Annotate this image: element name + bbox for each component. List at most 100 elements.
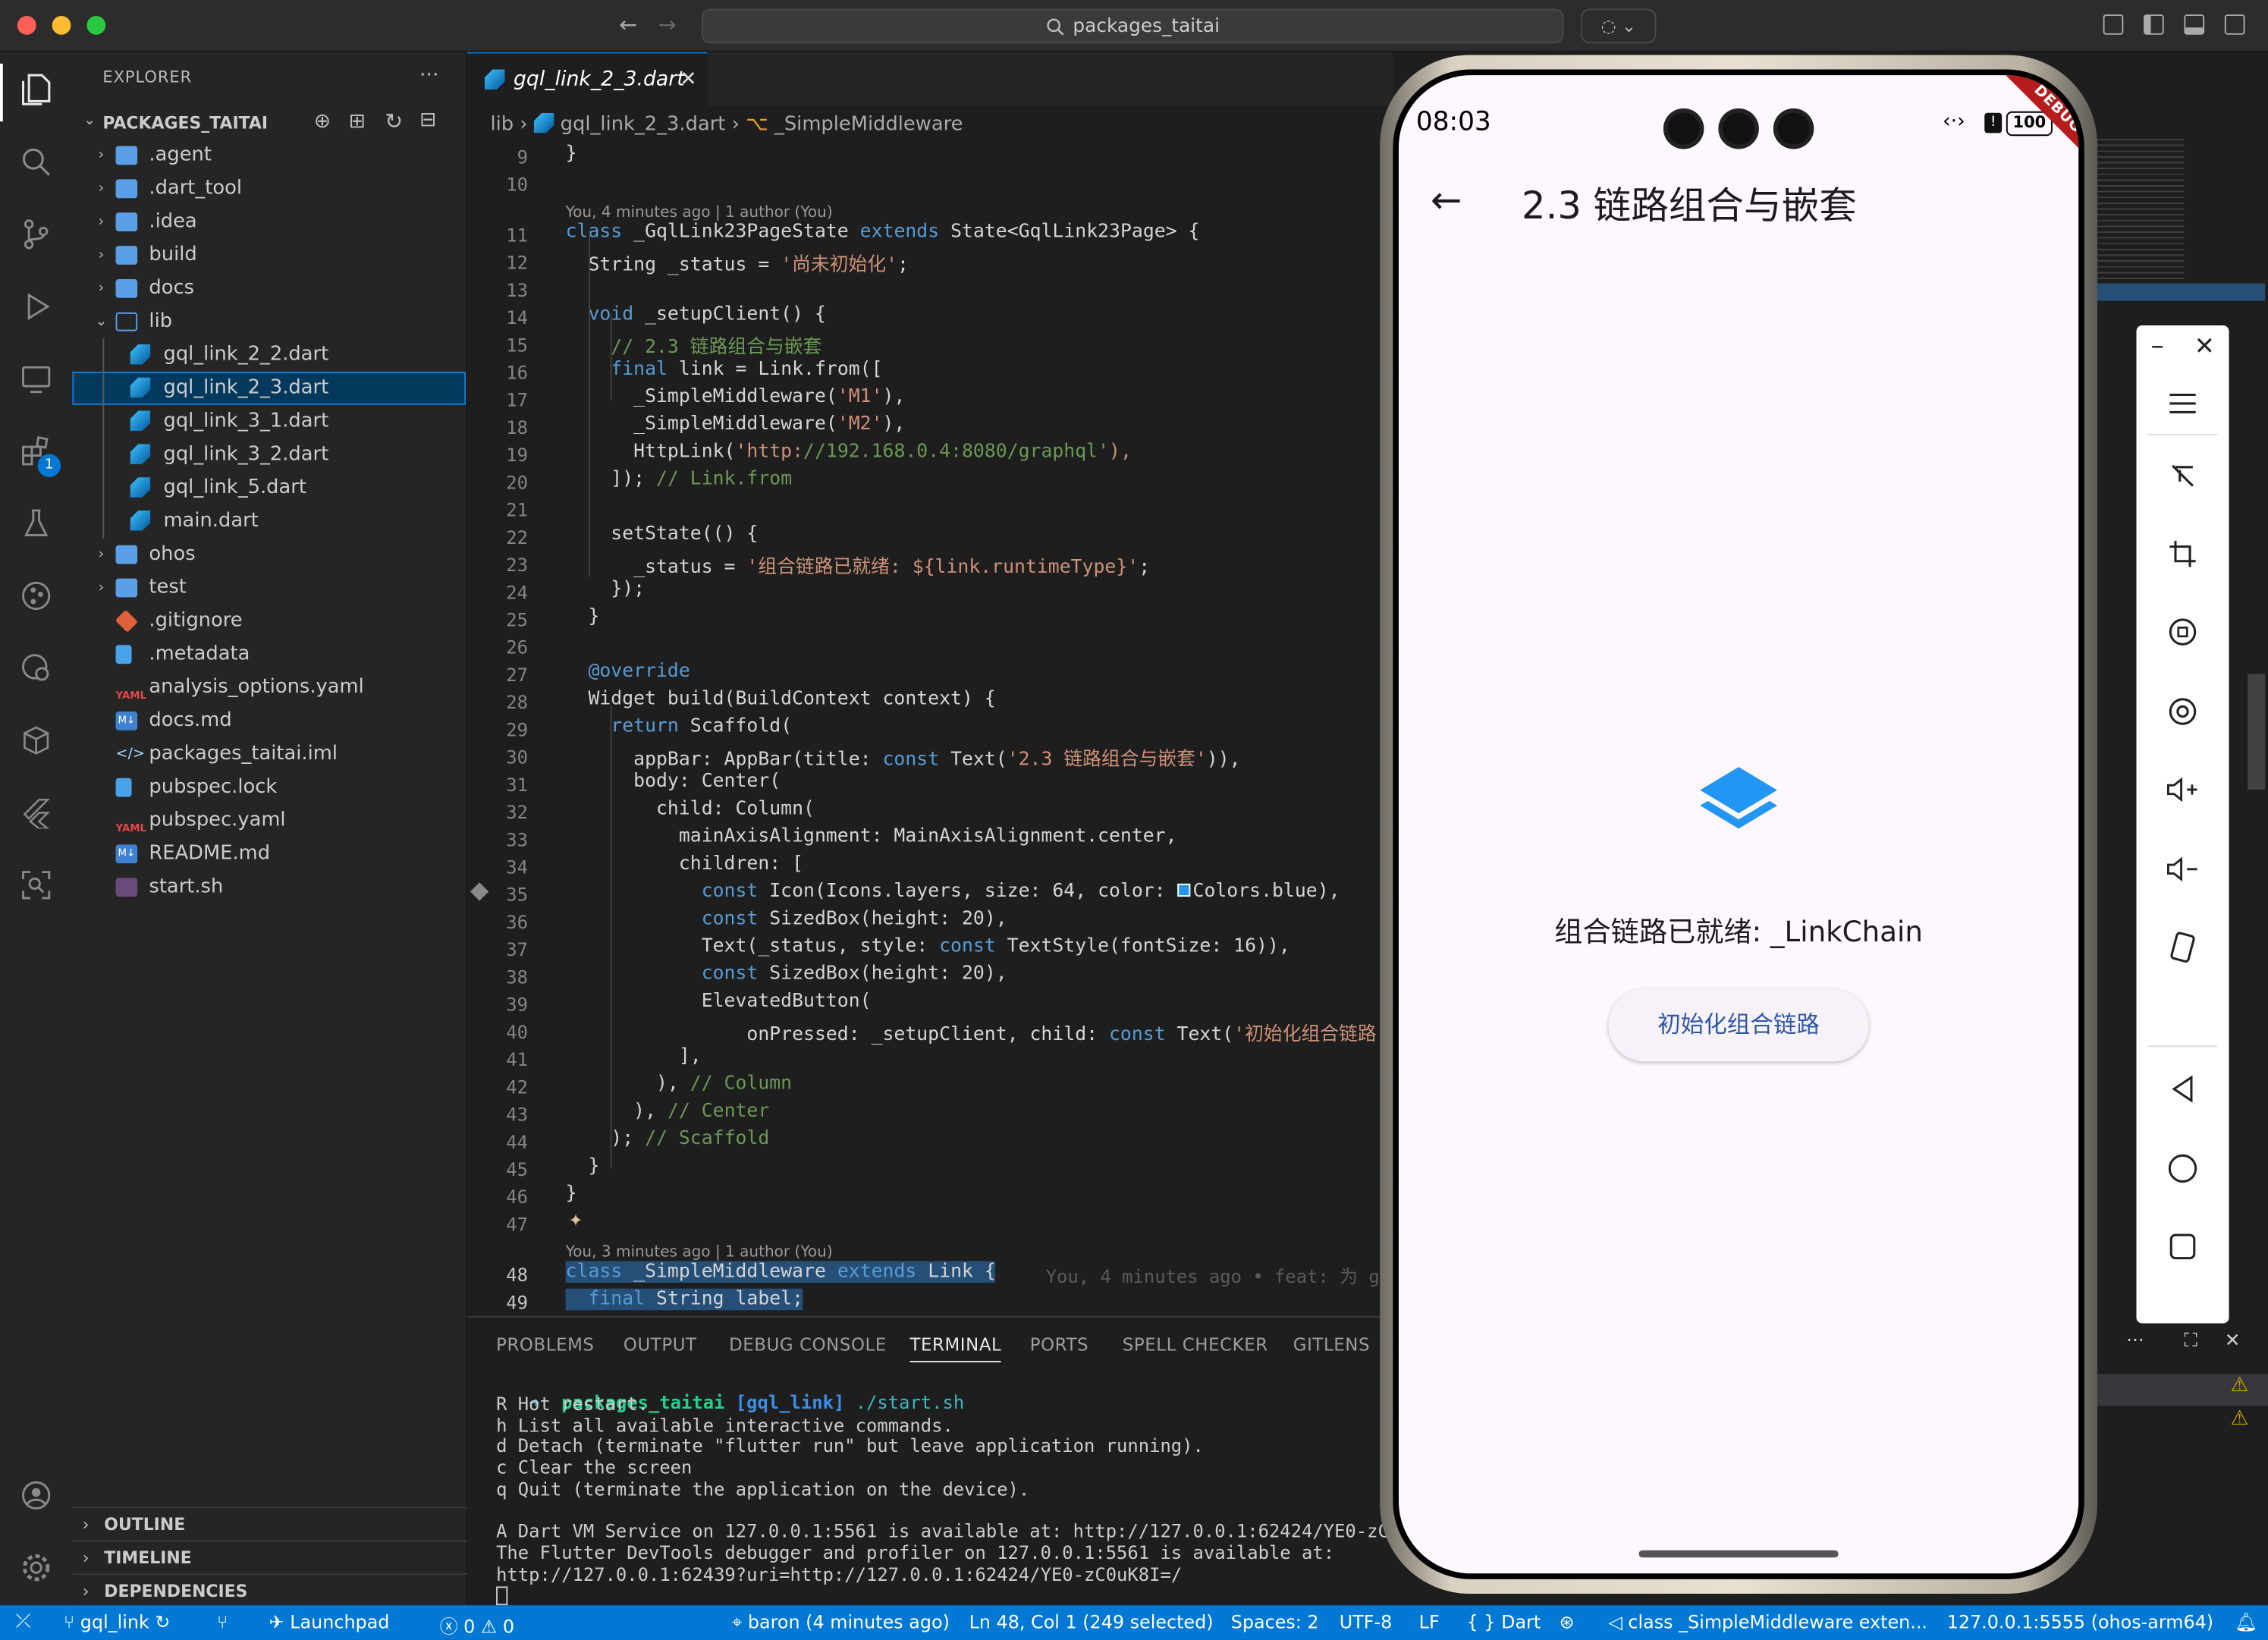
nav-back-icon[interactable] xyxy=(2160,1066,2206,1112)
app-screen[interactable]: 08:03 ‹·› ! 100 DEBUG ← 2.3 链路组合与嵌套 组合链路… xyxy=(1398,75,2079,1574)
crop-icon[interactable] xyxy=(2160,531,2206,577)
code-line[interactable]: return Scaffold( xyxy=(566,716,792,738)
code-line[interactable]: ); // Scaffold xyxy=(566,1128,769,1150)
blame-status[interactable]: ⌖ baron (4 minutes ago) xyxy=(732,1611,950,1635)
breadcrumb-file[interactable]: gql_link_2_3.dart xyxy=(561,113,726,137)
remote-indicator[interactable]: ⤫ xyxy=(0,1605,46,1640)
volume-up-icon[interactable] xyxy=(2160,766,2206,812)
tree-item[interactable]: M↓ README.md xyxy=(72,837,466,871)
more-actions-icon[interactable]: ··· xyxy=(419,64,438,87)
remote-explorer-icon[interactable] xyxy=(19,362,54,397)
collapse-all-icon[interactable]: ⊟ xyxy=(419,108,436,132)
rotate-icon[interactable] xyxy=(2160,609,2206,655)
home-indicator[interactable] xyxy=(1638,1550,1839,1558)
panel-tab[interactable]: TERMINAL xyxy=(909,1335,1002,1362)
tree-item[interactable]: gql_link_2_3.dart xyxy=(72,371,466,405)
panel-tab[interactable]: DEBUG CONSOLE xyxy=(729,1335,887,1356)
git-graph-status-icon[interactable]: ⑂ xyxy=(217,1611,228,1633)
code-line[interactable]: } xyxy=(566,1155,599,1177)
timeline-section[interactable]: › TIMELINE xyxy=(72,1540,467,1573)
layout-customize-icon[interactable] xyxy=(2103,14,2124,35)
panel-tab[interactable]: GITLENS xyxy=(1293,1335,1370,1356)
touch-off-icon[interactable] xyxy=(2160,453,2206,499)
code-line[interactable]: Text(_status, style: const TextStyle(fon… xyxy=(566,936,1290,958)
close-tab-icon[interactable]: ✕ xyxy=(680,54,696,106)
code-line[interactable]: _SimpleMiddleware('M2'), xyxy=(566,413,905,435)
tree-item[interactable]: ⌄ lib xyxy=(72,305,466,338)
context-status[interactable]: ◁ class _SimpleMiddleware exten... xyxy=(1608,1611,1927,1633)
code-line[interactable]: onPressed: _setupClient, child: const Te… xyxy=(566,1018,1410,1046)
device-status[interactable]: 127.0.0.1:5555 (ohos-arm64) xyxy=(1947,1611,2213,1633)
code-line[interactable]: Widget build(BuildContext context) { xyxy=(566,688,995,710)
toggle-panel-icon[interactable] xyxy=(2184,14,2205,35)
code-line[interactable]: const SizedBox(height: 20), xyxy=(566,963,1007,985)
tree-item[interactable]: .gitignore xyxy=(72,605,466,638)
code-line[interactable]: HttpLink('http://192.168.0.4:8080/graphq… xyxy=(566,441,1132,463)
inspector-icon[interactable] xyxy=(19,868,54,903)
code-line[interactable]: child: Column( xyxy=(566,798,815,820)
code-line[interactable]: children: [ xyxy=(566,853,803,875)
init-chain-button[interactable]: 初始化组合链路 xyxy=(1608,989,1869,1062)
code-line[interactable]: } xyxy=(566,606,599,628)
tree-item[interactable]: › .dart_tool xyxy=(72,172,466,206)
tree-item[interactable]: start.sh xyxy=(72,871,466,904)
tree-item[interactable]: YAML analysis_options.yaml xyxy=(72,671,466,705)
code-line[interactable]: const Icon(Icons.layers, size: 64, color… xyxy=(566,881,1340,903)
code-line[interactable]: mainAxisAlignment: MainAxisAlignment.cen… xyxy=(566,826,1177,848)
indentation[interactable]: Spaces: 2 xyxy=(1231,1611,1319,1633)
package-icon[interactable] xyxy=(19,723,54,758)
root-folder-row[interactable]: ⌄ PACKAGES_TAITAI ⊕ ⊞ ↻ ⊟ xyxy=(72,107,466,139)
outline-section[interactable]: › OUTLINE xyxy=(72,1506,467,1541)
code-line[interactable]: ], xyxy=(566,1045,702,1067)
minimap-slider[interactable] xyxy=(2094,283,2266,301)
nav-recents-icon[interactable] xyxy=(2160,1224,2206,1270)
tree-item[interactable]: </> packages_taitai.iml xyxy=(72,737,466,771)
tree-item[interactable]: .metadata xyxy=(72,638,466,671)
tree-item[interactable]: YAML pubspec.yaml xyxy=(72,804,466,837)
code-line[interactable]: body: Center( xyxy=(566,771,781,793)
dependencies-section[interactable]: › DEPENDENCIES xyxy=(72,1573,467,1607)
encoding[interactable]: UTF-8 xyxy=(1340,1611,1393,1633)
problems-status[interactable]: ⓧ 0 ⚠ 0 xyxy=(440,1611,514,1638)
tree-item[interactable]: gql_link_3_1.dart xyxy=(72,405,466,438)
code-line[interactable]: ), // Center xyxy=(566,1101,769,1123)
panel-tab[interactable]: PROBLEMS xyxy=(496,1335,594,1356)
end-of-line[interactable]: LF xyxy=(1419,1611,1440,1633)
code-line[interactable]: ), // Column xyxy=(566,1073,792,1095)
breadcrumb-symbol[interactable]: _SimpleMiddleware xyxy=(774,113,963,137)
toggle-secondary-sidebar-icon[interactable] xyxy=(2224,14,2245,35)
panel-tab[interactable]: SPELL CHECKER xyxy=(1123,1335,1268,1356)
copilot-button[interactable]: ◌ ⌄ xyxy=(1581,8,1657,44)
code-line[interactable]: _status = '组合链路已就绪: ${link.runtimeType}'… xyxy=(566,551,1150,579)
more-actions-icon[interactable]: ··· xyxy=(2126,1331,2144,1353)
nav-home-icon[interactable] xyxy=(2160,1145,2206,1192)
launchpad-status[interactable]: ✈ Launchpad xyxy=(269,1611,390,1633)
tree-item[interactable]: › .agent xyxy=(72,139,466,172)
run-debug-icon[interactable] xyxy=(19,289,54,324)
scrollbar-thumb[interactable] xyxy=(2248,674,2266,790)
code-line[interactable]: String _status = '尚未初始化'; xyxy=(566,249,908,277)
maximize-window-button[interactable] xyxy=(86,15,106,35)
new-file-icon[interactable]: ⊕ xyxy=(314,110,331,134)
code-line[interactable]: void _setupClient() { xyxy=(566,303,825,325)
menu-icon[interactable] xyxy=(2160,380,2206,426)
settings-gear-icon[interactable] xyxy=(19,1550,54,1585)
account-icon[interactable] xyxy=(19,1478,54,1513)
panel-tab[interactable]: PORTS xyxy=(1030,1335,1088,1356)
tree-item[interactable]: M↓ docs.md xyxy=(72,704,466,737)
code-line[interactable]: const SizedBox(height: 20), xyxy=(566,908,1007,930)
tree-item[interactable]: gql_link_3_2.dart xyxy=(72,438,466,472)
forward-arrow-icon[interactable]: → xyxy=(658,11,677,37)
minimize-window-button[interactable] xyxy=(52,15,71,35)
refresh-icon[interactable]: ↻ xyxy=(385,108,403,134)
notifications-bell-icon[interactable]: 🔔︎ xyxy=(2235,1611,2257,1635)
code-line[interactable]: class _SimpleMiddleware extends Link { xyxy=(565,1261,996,1283)
tree-item[interactable]: › build xyxy=(72,239,466,272)
explorer-icon[interactable] xyxy=(19,72,54,107)
search-icon[interactable] xyxy=(19,145,54,180)
sparkle-icon[interactable]: ✦ xyxy=(568,1211,583,1231)
breadcrumb-lib[interactable]: lib xyxy=(490,113,514,137)
code-line[interactable]: @override xyxy=(566,661,690,683)
screen-record-icon[interactable] xyxy=(2160,688,2206,734)
tree-item[interactable]: › .idea xyxy=(72,206,466,239)
